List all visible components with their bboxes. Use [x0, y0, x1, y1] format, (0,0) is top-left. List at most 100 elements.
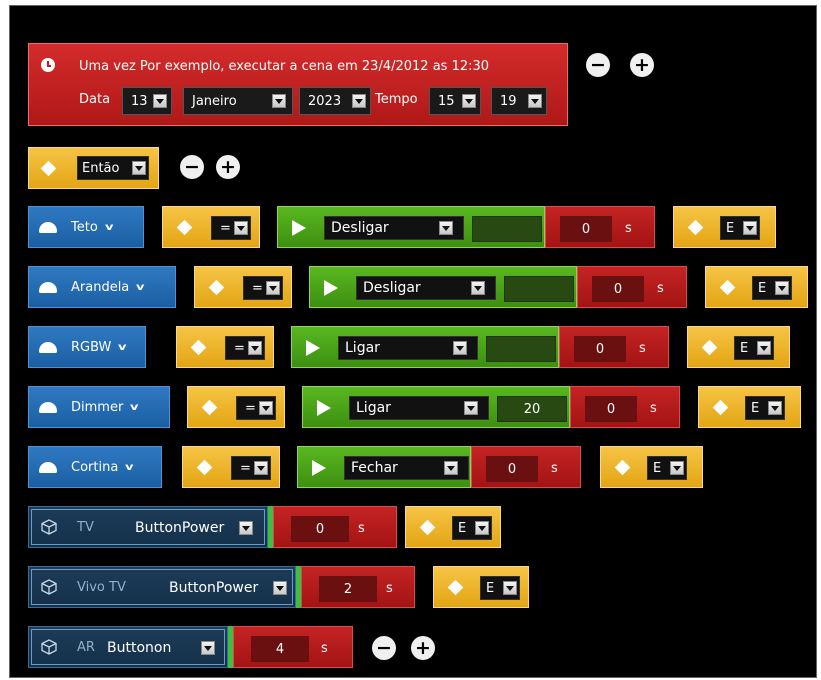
- delay-field[interactable]: 0: [291, 516, 349, 542]
- chevron-down-icon: [132, 161, 146, 175]
- delay-field[interactable]: 0: [585, 396, 637, 422]
- minute-select[interactable]: 19: [491, 87, 547, 115]
- chevron-down-icon: [768, 401, 782, 415]
- device-name: Dimmer: [71, 399, 124, 415]
- delay-field[interactable]: 4: [251, 636, 309, 662]
- ir-device-name: AR: [77, 640, 95, 655]
- lamp-icon: [39, 341, 57, 353]
- chevron-down-icon: [272, 94, 286, 108]
- connector-select[interactable]: E: [480, 576, 520, 600]
- chevron-down-icon: [248, 341, 262, 355]
- diamond-icon: [614, 459, 631, 476]
- plus-circle-icon: +: [220, 156, 236, 178]
- chevron-down-icon: [153, 94, 167, 108]
- connector-select[interactable]: E: [720, 216, 760, 240]
- delay-field[interactable]: 0: [574, 336, 626, 362]
- add-then-button[interactable]: +: [216, 155, 240, 179]
- action-select[interactable]: Ligar: [338, 336, 478, 360]
- delay-field[interactable]: 2: [319, 576, 377, 602]
- chevron-down-icon: v: [118, 341, 127, 353]
- delay-field[interactable]: 0: [486, 456, 538, 482]
- lamp-icon: [39, 281, 57, 293]
- connector-value: E: [740, 340, 749, 356]
- ir-command-select[interactable]: ButtonPower: [135, 516, 255, 540]
- month-select[interactable]: Janeiro: [183, 87, 293, 115]
- then-label: Então: [82, 160, 120, 176]
- minus-circle-icon: −: [184, 156, 200, 178]
- operator-value: =: [234, 340, 245, 356]
- connector-select[interactable]: E: [647, 456, 687, 480]
- operator-select[interactable]: =: [211, 216, 251, 240]
- operator-block: =: [162, 206, 260, 248]
- day-select[interactable]: 13: [122, 87, 172, 115]
- action-block: Desligar: [277, 206, 545, 248]
- operator-select[interactable]: =: [236, 396, 276, 420]
- chevron-down-icon: [464, 401, 478, 415]
- action-select[interactable]: Ligar: [349, 396, 489, 420]
- operator-value: =: [220, 220, 231, 236]
- seconds-unit: s: [650, 401, 657, 416]
- connector-select[interactable]: E: [734, 336, 774, 360]
- connector-value: E: [486, 580, 495, 596]
- operator-select[interactable]: =: [225, 336, 265, 360]
- device-button[interactable]: Dimmer v: [28, 386, 170, 428]
- operator-block: =: [182, 446, 280, 488]
- operator-select[interactable]: =: [243, 276, 283, 300]
- add-action-button[interactable]: +: [411, 636, 435, 660]
- connector-value: E: [758, 280, 767, 296]
- action-select[interactable]: Desligar: [356, 276, 496, 300]
- diamond-icon: [176, 219, 193, 236]
- action-value-field[interactable]: [472, 216, 542, 242]
- action-select[interactable]: Desligar: [324, 216, 464, 240]
- action-value-field[interactable]: [486, 336, 556, 362]
- delay-field[interactable]: 0: [592, 276, 644, 302]
- ir-command-select[interactable]: ButtonPower: [169, 576, 289, 600]
- diamond-icon: [201, 399, 218, 416]
- seconds-unit: s: [657, 281, 664, 296]
- ir-device-select[interactable]: Vivo TV ButtonPower: [28, 566, 296, 608]
- device-button[interactable]: Teto v: [28, 206, 144, 248]
- action-value: Ligar: [356, 400, 391, 416]
- action-value-field[interactable]: 20: [497, 396, 567, 422]
- remove-then-button[interactable]: −: [180, 155, 204, 179]
- delay-field[interactable]: 0: [560, 216, 612, 242]
- ir-device-name: TV: [77, 520, 94, 535]
- play-icon: [312, 460, 326, 476]
- chevron-down-icon: [234, 221, 248, 235]
- then-select[interactable]: Então: [77, 156, 149, 180]
- connector-select[interactable]: E: [745, 396, 785, 420]
- date-label: Data: [79, 92, 111, 107]
- action-select[interactable]: Fechar: [344, 456, 469, 480]
- add-schedule-button[interactable]: +: [630, 53, 654, 77]
- delay-block: 0s: [273, 506, 397, 548]
- connector-value: E: [726, 220, 735, 236]
- chevron-down-icon: [462, 94, 476, 108]
- year-select[interactable]: 2023: [299, 87, 371, 115]
- lamp-icon: [39, 401, 57, 413]
- device-button[interactable]: Arandela v: [28, 266, 176, 308]
- remove-action-button[interactable]: −: [372, 636, 396, 660]
- connector-select[interactable]: E: [752, 276, 792, 300]
- month-value: Janeiro: [192, 93, 237, 109]
- ir-device-select[interactable]: TV ButtonPower: [28, 506, 268, 548]
- hour-select[interactable]: 15: [429, 87, 481, 115]
- delay-block: 0s: [471, 446, 581, 488]
- ir-cube-icon: [41, 519, 57, 535]
- action-value-field[interactable]: [504, 276, 574, 302]
- lamp-icon: [39, 461, 57, 473]
- device-button[interactable]: Cortina v: [28, 446, 162, 488]
- ir-cube-icon: [41, 579, 57, 595]
- device-button[interactable]: RGBW v: [28, 326, 146, 368]
- device-name: Arandela: [71, 279, 130, 295]
- connector-block: E: [673, 206, 776, 248]
- chevron-down-icon: [453, 341, 467, 355]
- ir-device-select[interactable]: AR Buttonon: [28, 626, 228, 668]
- connector-select[interactable]: E: [452, 516, 492, 540]
- delay-block: 0s: [570, 386, 680, 428]
- connector-block: E: [405, 506, 501, 548]
- operator-select[interactable]: =: [231, 456, 271, 480]
- diamond-icon: [447, 579, 464, 596]
- remove-schedule-button[interactable]: −: [586, 53, 610, 77]
- ir-command-select[interactable]: Buttonon: [107, 636, 217, 660]
- action-value: Desligar: [363, 280, 421, 296]
